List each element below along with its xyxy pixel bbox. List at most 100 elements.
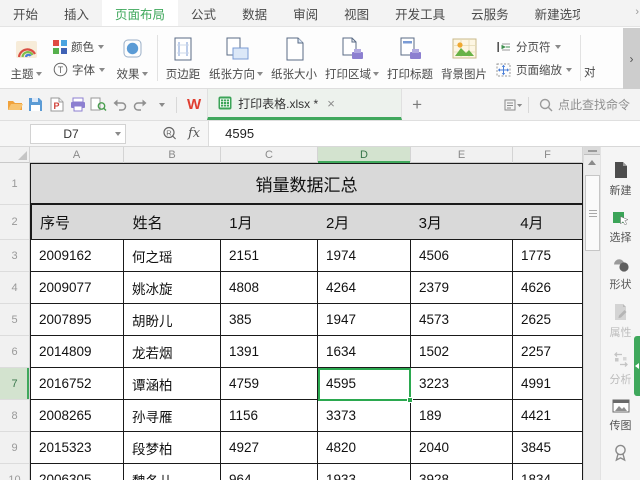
sidebar-item-选择[interactable]: 选择 <box>610 209 632 245</box>
cell[interactable]: 385 <box>221 304 318 335</box>
insert-function-button[interactable]: fx <box>188 126 200 141</box>
menu-tab-云服务[interactable]: 云服务 <box>458 0 522 26</box>
row-header-10[interactable]: 10 <box>0 464 29 480</box>
name-box[interactable]: D7 <box>30 123 126 144</box>
cell[interactable]: 2015323 <box>30 432 124 463</box>
cell[interactable]: 2014809 <box>30 336 124 367</box>
export-pdf-button[interactable]: P <box>46 93 67 117</box>
name-box-dropdown[interactable] <box>111 131 125 136</box>
header-cell[interactable]: 3月 <box>411 205 513 239</box>
column-header-F[interactable]: F <box>513 147 583 163</box>
lookup-button[interactable]: R <box>162 126 178 141</box>
row-header-5[interactable]: 5 <box>0 304 29 336</box>
column-header-E[interactable]: E <box>411 147 513 163</box>
column-header-B[interactable]: B <box>124 147 221 163</box>
cell[interactable]: 2016752 <box>30 368 124 399</box>
redo-button[interactable] <box>130 93 151 117</box>
cell[interactable]: 2257 <box>513 336 583 367</box>
header-cell[interactable]: 1月 <box>221 205 318 239</box>
menu-tab-插入[interactable]: 插入 <box>51 0 102 26</box>
header-cell[interactable]: 姓名 <box>125 205 222 239</box>
ribbon-button-纸张大小[interactable]: 纸张大小 <box>267 30 321 86</box>
cell[interactable]: 4759 <box>221 368 318 399</box>
menu-tab-开发工具[interactable]: 开发工具 <box>382 0 458 26</box>
open-file-button[interactable] <box>4 93 25 117</box>
save-button[interactable] <box>25 93 46 117</box>
header-cell[interactable]: 序号 <box>31 205 125 239</box>
cell[interactable]: 2625 <box>513 304 583 335</box>
cell[interactable]: 姚冰旋 <box>124 272 221 303</box>
sidebar-item-传图[interactable]: 传图 <box>610 398 632 433</box>
new-tab-button[interactable]: + <box>402 95 432 115</box>
menu-tab-审阅[interactable]: 审阅 <box>280 0 331 26</box>
ribbon-button-背景图片[interactable]: 背景图片 <box>437 30 491 86</box>
print-preview-button[interactable] <box>88 93 109 117</box>
cell[interactable]: 1933 <box>318 464 411 480</box>
ribbon-scroll-right-icon[interactable]: › <box>623 28 640 89</box>
cell[interactable]: 4820 <box>318 432 411 463</box>
cell[interactable]: 189 <box>411 400 513 431</box>
cell[interactable]: 段梦柏 <box>124 432 221 463</box>
cell[interactable]: 1947 <box>318 304 411 335</box>
menu-tab-公式[interactable]: 公式 <box>178 0 229 26</box>
column-header-D[interactable]: D <box>318 147 411 163</box>
scroll-up-button[interactable] <box>584 155 600 170</box>
cell[interactable]: 4808 <box>221 272 318 303</box>
sidebar-item-新建[interactable]: 新建 <box>610 161 632 198</box>
ribbon-button-字体[interactable]: T 字体 <box>53 62 105 78</box>
command-search[interactable]: 点此查找命令 <box>533 96 636 113</box>
ribbon-button-打印区域[interactable]: 打印区域 <box>321 30 383 86</box>
header-cell[interactable]: 2月 <box>318 205 411 239</box>
ribbon-button-颜色[interactable]: 颜色 <box>53 39 105 55</box>
row-header-7[interactable]: 7 <box>0 368 29 400</box>
menu-tab-开始[interactable]: 开始 <box>0 0 51 26</box>
cell[interactable]: 3223 <box>411 368 513 399</box>
row-header-1[interactable]: 1 <box>0 163 29 205</box>
formula-input[interactable]: 4595 <box>208 121 640 146</box>
tab-list-button[interactable] <box>503 93 524 117</box>
cell[interactable]: 何之瑶 <box>124 240 221 271</box>
ribbon-button-纸张方向[interactable]: 纸张方向 <box>205 30 267 86</box>
split-handle[interactable] <box>584 147 600 155</box>
scrollbar-thumb[interactable] <box>585 175 600 251</box>
customize-toolbar-button[interactable] <box>151 93 172 117</box>
cell[interactable]: 1634 <box>318 336 411 367</box>
cell[interactable]: 孙寻雁 <box>124 400 221 431</box>
column-header-A[interactable]: A <box>30 147 124 163</box>
cell[interactable]: 龙若烟 <box>124 336 221 367</box>
cell[interactable]: 1834 <box>513 464 583 480</box>
cell[interactable]: 1391 <box>221 336 318 367</box>
cell[interactable]: 1775 <box>513 240 583 271</box>
cell[interactable]: 2007895 <box>30 304 124 335</box>
menu-overflow-chevron-icon[interactable]: › <box>635 6 639 18</box>
cell[interactable]: 胡盼儿 <box>124 304 221 335</box>
cell[interactable]: 4264 <box>318 272 411 303</box>
cell[interactable]: 3373 <box>318 400 411 431</box>
cell[interactable]: 2009077 <box>30 272 124 303</box>
ribbon-button-页边距[interactable]: 页边距 <box>161 30 205 86</box>
sidebar-item-medal-icon[interactable] <box>613 444 628 462</box>
row-header-4[interactable]: 4 <box>0 272 29 304</box>
ribbon-button-页面缩放[interactable]: 页面缩放 <box>496 62 572 78</box>
sidebar-toggle-handle[interactable] <box>634 336 640 396</box>
cell[interactable]: 4421 <box>513 400 583 431</box>
row-header-9[interactable]: 9 <box>0 432 29 464</box>
cell[interactable]: 3845 <box>513 432 583 463</box>
ribbon-button-主题[interactable]: 主题 <box>4 30 48 86</box>
cell[interactable]: 1974 <box>318 240 411 271</box>
select-all-corner[interactable] <box>0 147 30 163</box>
menu-tab-新建选项卡[interactable]: 新建选项卡 <box>522 0 580 26</box>
wps-logo[interactable]: W <box>181 96 207 113</box>
cell[interactable]: 2040 <box>411 432 513 463</box>
cell[interactable]: 4991 <box>513 368 583 399</box>
menu-tab-页面布局[interactable]: 页面布局 <box>102 0 179 26</box>
row-header-3[interactable]: 3 <box>0 240 29 272</box>
cell[interactable]: 4626 <box>513 272 583 303</box>
row-header-8[interactable]: 8 <box>0 400 29 432</box>
header-cell[interactable]: 4月 <box>512 205 582 239</box>
cell[interactable]: 1502 <box>411 336 513 367</box>
cell[interactable]: 1156 <box>221 400 318 431</box>
print-button[interactable] <box>67 93 88 117</box>
cell[interactable]: 2151 <box>221 240 318 271</box>
row-header-6[interactable]: 6 <box>0 336 29 368</box>
